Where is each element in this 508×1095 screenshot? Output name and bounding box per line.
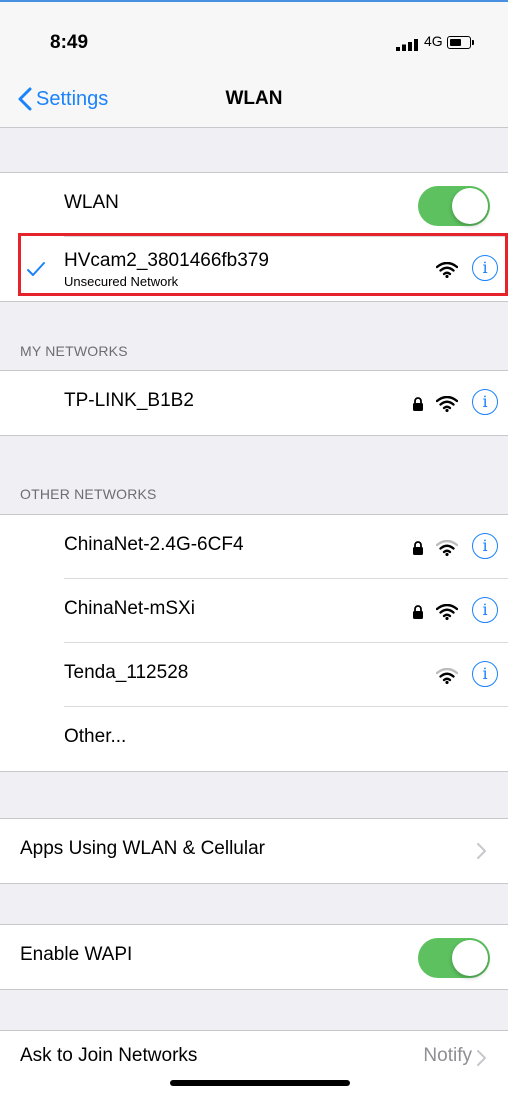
wapi-group: Enable WAPI xyxy=(0,924,508,990)
info-icon[interactable]: i xyxy=(472,389,498,415)
chevron-right-icon xyxy=(477,843,486,859)
network-name: ChinaNet-mSXi xyxy=(64,598,195,619)
other-networks-group: ChinaNet-2.4G-6CF4 i ChinaNet-mSXi i Ten… xyxy=(0,514,508,772)
lock-icon xyxy=(413,541,423,555)
cellular-signal-icon xyxy=(396,39,418,51)
home-indicator[interactable] xyxy=(170,1080,350,1086)
connected-network-name: HVcam2_3801466fb379 xyxy=(64,250,269,271)
my-networks-group: TP-LINK_B1B2 i xyxy=(0,370,508,436)
wlan-group: WLAN HVcam2_3801466fb379 Unsecured Netwo… xyxy=(0,172,508,302)
info-icon[interactable]: i xyxy=(472,597,498,623)
lock-icon xyxy=(413,397,423,411)
wifi-signal-icon xyxy=(436,540,458,556)
other-networks-header: OTHER NETWORKS xyxy=(20,486,157,502)
info-icon[interactable]: i xyxy=(472,255,498,281)
ask-to-join-label: Ask to Join Networks xyxy=(20,1045,198,1066)
network-row[interactable]: ChinaNet-mSXi i xyxy=(0,579,508,643)
my-networks-header: MY NETWORKS xyxy=(20,343,128,359)
network-type: 4G xyxy=(424,33,443,49)
apps-using-wlan-row[interactable]: Apps Using WLAN & Cellular xyxy=(0,819,508,883)
network-row[interactable]: TP-LINK_B1B2 i xyxy=(0,371,508,435)
status-time: 8:49 xyxy=(50,32,89,53)
wlan-label: WLAN xyxy=(64,192,119,213)
lock-icon xyxy=(413,605,423,619)
connected-network-subtitle: Unsecured Network xyxy=(64,274,179,289)
battery-icon xyxy=(447,36,474,49)
apps-using-wlan-label: Apps Using WLAN & Cellular xyxy=(20,838,265,859)
enable-wapi-label: Enable WAPI xyxy=(20,944,133,965)
other-network-row[interactable]: Other... xyxy=(0,707,508,771)
wifi-signal-icon xyxy=(436,262,458,278)
wapi-toggle[interactable] xyxy=(418,938,490,978)
navigation-bar: Settings WLAN xyxy=(0,66,508,128)
checkmark-icon xyxy=(27,262,45,276)
wifi-signal-icon xyxy=(436,604,458,620)
network-name: Tenda_112528 xyxy=(64,662,189,683)
wifi-signal-icon xyxy=(436,668,458,684)
enable-wapi-row: Enable WAPI xyxy=(0,925,508,989)
network-name: TP-LINK_B1B2 xyxy=(64,390,194,411)
wifi-signal-icon xyxy=(436,396,458,412)
network-row[interactable]: ChinaNet-2.4G-6CF4 i xyxy=(0,515,508,579)
apps-group: Apps Using WLAN & Cellular xyxy=(0,818,508,884)
network-row[interactable]: Tenda_112528 i xyxy=(0,643,508,707)
status-bar: 8:49 4G xyxy=(0,2,508,66)
wlan-toggle[interactable] xyxy=(418,186,490,226)
chevron-right-icon xyxy=(477,1050,486,1066)
info-icon[interactable]: i xyxy=(472,661,498,687)
wlan-toggle-row: WLAN xyxy=(0,173,508,237)
page-title: WLAN xyxy=(225,88,283,109)
other-network-label: Other... xyxy=(64,726,127,747)
info-icon[interactable]: i xyxy=(472,533,498,559)
network-name: ChinaNet-2.4G-6CF4 xyxy=(64,534,244,555)
connected-network-row[interactable]: HVcam2_3801466fb379 Unsecured Network i xyxy=(0,237,508,301)
ask-to-join-value: Notify xyxy=(423,1045,472,1066)
